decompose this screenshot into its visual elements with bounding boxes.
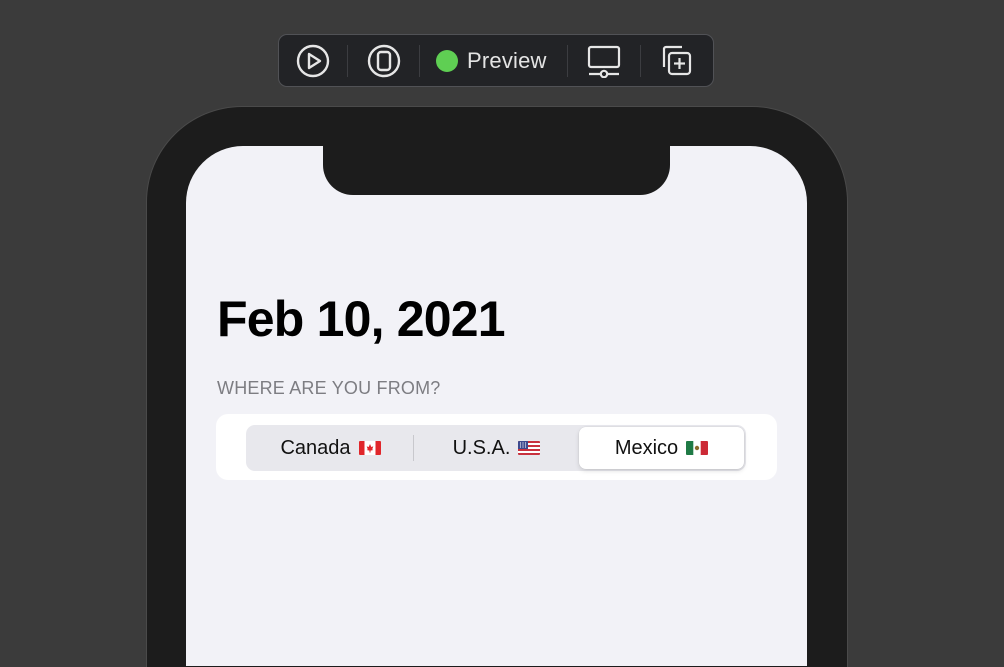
usa-flag-icon [518, 441, 541, 455]
selectable-mode-button[interactable] [348, 35, 419, 86]
page-title: Feb 10, 2021 [217, 291, 506, 347]
status-indicator [436, 49, 458, 72]
device-screen: Feb 10, 2021 WHERE ARE YOU FROM? Canada … [186, 146, 807, 666]
device-settings-button[interactable] [568, 35, 640, 86]
section-header: WHERE ARE YOU FROM? [217, 378, 441, 398]
live-preview-button[interactable] [279, 35, 347, 86]
segment-canada[interactable]: Canada [248, 427, 413, 469]
preview-toolbar: Preview [278, 34, 714, 87]
canada-flag-icon [358, 441, 381, 455]
segment-label: U.S.A. [452, 436, 511, 459]
form-section: Canada U.S.A. Mexico [216, 414, 777, 480]
iphone-device-frame: Feb 10, 2021 WHERE ARE YOU FROM? Canada … [147, 107, 847, 667]
device-notch [323, 146, 670, 195]
segment-label: Canada [280, 436, 351, 459]
selectable-device-icon [367, 44, 400, 77]
play-circle-icon [296, 44, 330, 77]
segment-mexico[interactable]: Mexico [579, 427, 744, 469]
preview-label: Preview [467, 47, 547, 73]
duplicate-preview-button[interactable] [641, 35, 711, 86]
country-segmented-control[interactable]: Canada U.S.A. Mexico [246, 425, 746, 471]
device-settings-icon [587, 45, 620, 78]
segment-usa[interactable]: U.S.A. [414, 427, 579, 469]
mexico-flag-icon [686, 441, 709, 455]
segment-label: Mexico [614, 436, 679, 459]
duplicate-preview-icon [662, 45, 691, 75]
preview-status-button[interactable]: Preview [420, 35, 567, 86]
